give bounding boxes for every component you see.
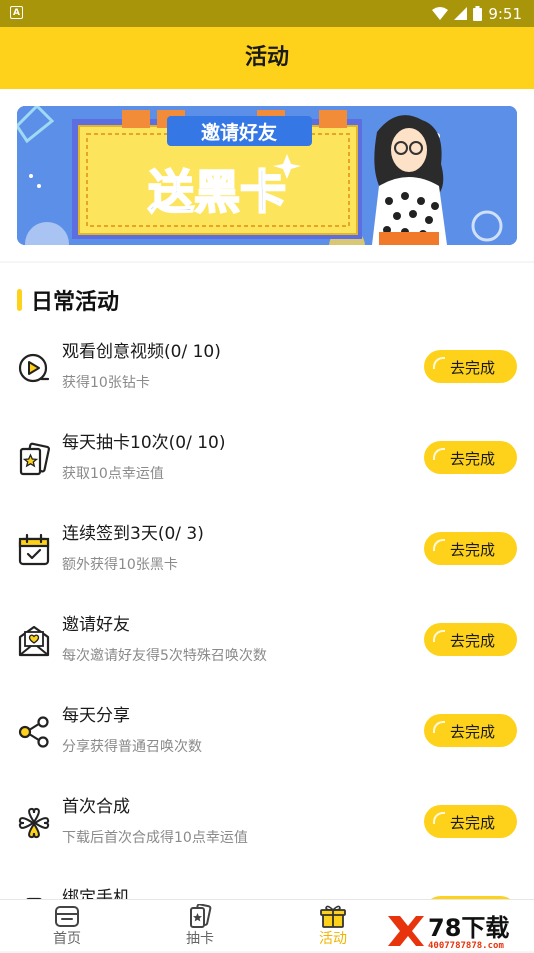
watermark-url: 4007787878.com: [428, 941, 504, 950]
task-description: 下载后首次合成得10点幸运值: [62, 830, 248, 846]
complete-task-button[interactable]: 去完成: [424, 714, 517, 747]
task-title: 邀请好友: [62, 615, 130, 635]
watermark-text: 78下载: [428, 914, 509, 942]
page-title: 活动: [0, 27, 534, 89]
task-title: 每天分享: [62, 706, 130, 726]
task-item: 连续签到3天(0/ 3) 额外获得10张黑卡 去完成: [0, 519, 534, 589]
gift-icon: [320, 905, 346, 928]
task-item: 首次合成 下载后首次合成得10点幸运值 去完成: [0, 792, 534, 862]
play-icon: [18, 353, 50, 383]
task-item: 每天分享 分享获得普通召唤次数 去完成: [0, 701, 534, 771]
task-description: 获取10点幸运值: [62, 466, 164, 482]
banner-main-text: 送黑卡: [148, 165, 286, 219]
notification-icon: A: [10, 6, 23, 19]
task-item: 邀请好友 每次邀请好友得5次特殊召唤次数 去完成: [0, 610, 534, 680]
home-icon: [55, 906, 79, 927]
complete-task-button[interactable]: 去完成: [424, 805, 517, 838]
task-description: 分享获得普通召唤次数: [62, 739, 202, 755]
tab-activity[interactable]: 活动: [288, 902, 378, 950]
task-item: 每天抽卡10次(0/ 10) 获取10点幸运值 去完成: [0, 428, 534, 498]
task-title: 每天抽卡10次(0/ 10): [62, 433, 226, 453]
complete-task-button[interactable]: 去完成: [424, 441, 517, 474]
status-time: 9:51: [488, 4, 522, 23]
wifi-icon: [432, 7, 449, 20]
task-title: 连续签到3天(0/ 3): [62, 524, 204, 544]
banner-illustration: 邀请好友 送黑卡: [17, 106, 517, 245]
section-header: 日常活动: [17, 285, 119, 315]
battery-icon: [473, 6, 483, 21]
invite-banner[interactable]: 邀请好友 送黑卡: [17, 106, 517, 245]
task-description: 额外获得10张黑卡: [62, 557, 178, 573]
task-title: 观看创意视频(0/ 10): [62, 342, 221, 362]
share-icon: [18, 716, 49, 748]
daily-activities-section: 日常活动 观看创意视频(0/ 10) 获得10张钻卡 去完成 每天抽卡10次(0…: [0, 263, 534, 931]
complete-task-button[interactable]: 去完成: [424, 532, 517, 565]
complete-task-button[interactable]: 去完成: [424, 623, 517, 656]
task-item: 观看创意视频(0/ 10) 获得10张钻卡 去完成: [0, 337, 534, 407]
section-title-bar: [17, 289, 22, 311]
card-draw-icon: [19, 442, 51, 476]
tab-draw-card[interactable]: 抽卡: [155, 902, 245, 950]
tab-label: 抽卡: [186, 931, 214, 947]
card-icon: [190, 904, 212, 928]
calendar-check-icon: [18, 533, 50, 566]
invite-envelope-icon: [18, 625, 50, 657]
section-title: 日常活动: [31, 290, 120, 315]
complete-task-button[interactable]: 去完成: [424, 350, 517, 383]
tab-home[interactable]: 首页: [22, 902, 112, 950]
banner-area: 邀请好友 送黑卡: [0, 89, 534, 261]
task-description: 每次邀请好友得5次特殊召唤次数: [62, 648, 267, 664]
status-bar: A 9:51: [0, 0, 534, 27]
watermark-logo: 78下载 4007787878.com: [384, 912, 534, 950]
task-description: 获得10张钻卡: [62, 375, 150, 391]
signal-icon: [454, 7, 468, 20]
clover-icon: [18, 807, 50, 839]
banner-heading: 邀请好友: [201, 121, 277, 144]
task-title: 首次合成: [62, 797, 130, 817]
tab-label: 活动: [319, 931, 347, 947]
tab-label: 首页: [53, 931, 81, 947]
